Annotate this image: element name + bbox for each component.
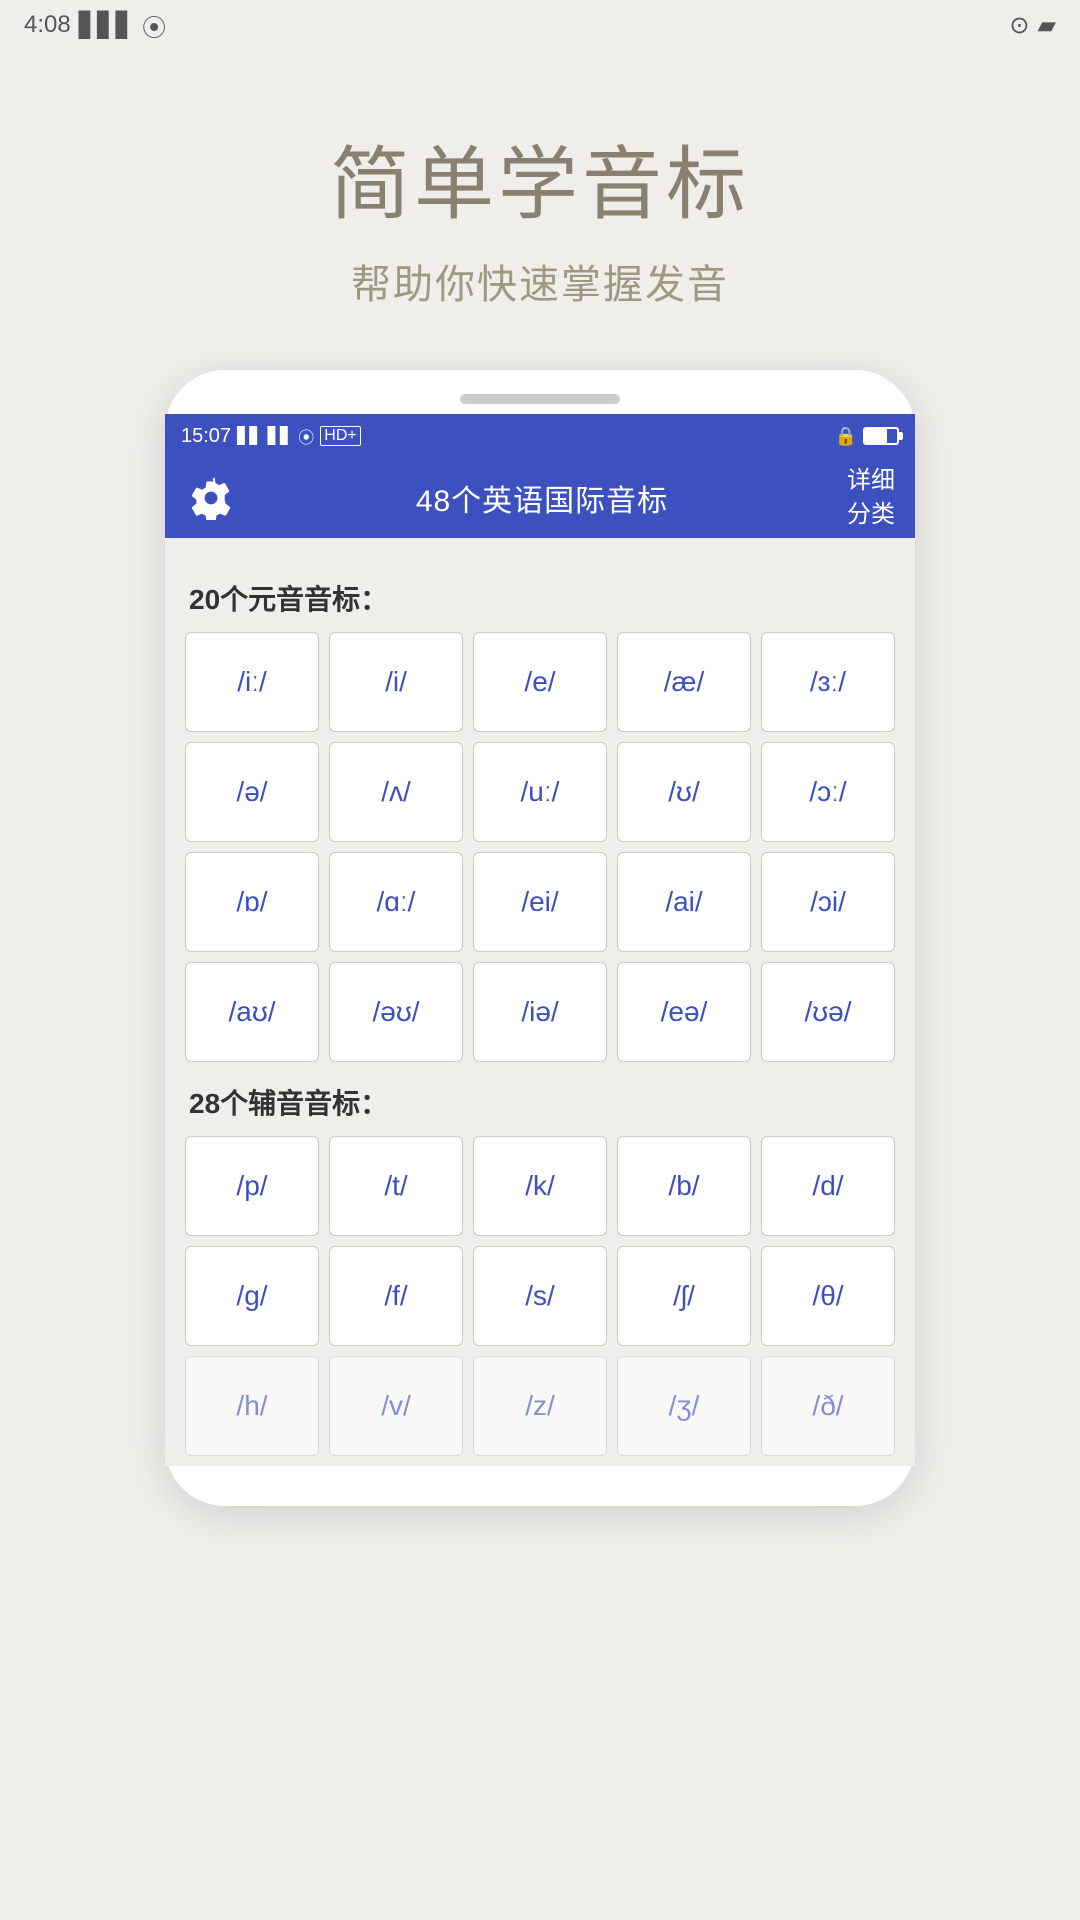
battery-icon-outer: ▰ <box>1038 11 1056 40</box>
inner-battery-icon <box>863 427 899 445</box>
inner-lock-icon: 🔒 <box>835 426 857 447</box>
phonetic-cell[interactable]: /ɒ/ <box>185 852 319 952</box>
phonetic-cell[interactable]: /uː/ <box>473 742 607 842</box>
settings-gear-icon[interactable] <box>185 472 237 524</box>
navbar-title: 48个英语国际音标 <box>416 476 668 520</box>
navbar-detail-button[interactable]: 详细分类 <box>847 464 895 531</box>
phonetic-cell[interactable]: /p/ <box>185 1136 319 1236</box>
phonetic-cell[interactable]: /b/ <box>617 1136 751 1236</box>
phonetic-cell[interactable]: /ð/ <box>761 1356 895 1456</box>
phonetic-cell[interactable]: /ʒ/ <box>617 1356 751 1456</box>
phonetic-cell[interactable]: /ai/ <box>617 852 751 952</box>
phone-notch <box>460 394 620 404</box>
outer-status-bar: 4:08 ▋▋▋ ⦿ ⊙ ▰ <box>0 0 1080 50</box>
phonetic-cell[interactable]: /iː/ <box>185 632 319 732</box>
wifi-icon: ⦿ <box>142 8 166 43</box>
phonetic-cell[interactable]: /d/ <box>761 1136 895 1236</box>
phonetic-cell[interactable]: /ɑː/ <box>329 852 463 952</box>
consonant-section-title: 28个辅音音标： <box>185 1082 895 1122</box>
phonetic-cell[interactable]: /ʌ/ <box>329 742 463 842</box>
phonetic-cell[interactable]: /ʊ/ <box>617 742 751 842</box>
phonetic-cell[interactable]: /ʃ/ <box>617 1246 751 1346</box>
inner-time: 15:07 <box>181 425 231 448</box>
phonetic-cell[interactable]: /s/ <box>473 1246 607 1346</box>
phonetic-cell[interactable]: /t/ <box>329 1136 463 1236</box>
consonant-grid-extra: /h//v//z//ʒ//ð/ <box>185 1356 895 1456</box>
phonetic-cell[interactable]: /eə/ <box>617 962 751 1062</box>
phonetic-cell[interactable]: /ɜː/ <box>761 632 895 732</box>
phonetic-cell[interactable]: /v/ <box>329 1356 463 1456</box>
app-navbar: 48个英语国际音标 详细分类 <box>165 458 915 538</box>
signal-icon: ▋▋▋ <box>79 11 134 40</box>
consonant-grid: /p//t//k//b//d/ /g//f//s//ʃ//θ/ <box>185 1136 895 1346</box>
phone-mockup: 15:07 ▋▋ ▋▋ ⦿ HD+ 🔒 48个英语国际音标 详细分类 20个元音… <box>165 370 915 1506</box>
phonetic-cell[interactable]: /ei/ <box>473 852 607 952</box>
phonetic-cell[interactable]: /k/ <box>473 1136 607 1236</box>
vowel-grid: /iː//i//e//æ//ɜː/ /ə//ʌ//uː//ʊ//ɔː/ /ɒ//ɑː… <box>185 632 895 1062</box>
phonetic-cell[interactable]: /ʊə/ <box>761 962 895 1062</box>
phonetic-cell[interactable]: /æ/ <box>617 632 751 732</box>
app-title-area: 简单学音标 帮助你快速掌握发音 <box>330 120 750 310</box>
phonetic-cell[interactable]: /h/ <box>185 1356 319 1456</box>
phonetic-cell[interactable]: /z/ <box>473 1356 607 1456</box>
inner-hd-icon: HD+ <box>320 426 360 446</box>
status-right: ⊙ ▰ <box>1009 11 1056 40</box>
inner-wifi-icon: ⦿ <box>298 424 314 448</box>
inner-signal2-icon: ▋▋ <box>268 426 293 446</box>
phonetic-cell[interactable]: /əʊ/ <box>329 962 463 1062</box>
phonetic-cell[interactable]: /ɔi/ <box>761 852 895 952</box>
inner-status-left: 15:07 ▋▋ ▋▋ ⦿ HD+ <box>181 424 361 448</box>
location-icon: ⊙ <box>1009 11 1029 40</box>
status-time: 4:08 <box>24 11 71 39</box>
phonetic-cell[interactable]: /iə/ <box>473 962 607 1062</box>
phonetic-cell[interactable]: /e/ <box>473 632 607 732</box>
app-title: 简单学音标 <box>330 120 750 236</box>
inner-status-bar: 15:07 ▋▋ ▋▋ ⦿ HD+ 🔒 <box>165 414 915 458</box>
phonetic-cell[interactable]: /ɔː/ <box>761 742 895 842</box>
inner-signal-icon: ▋▋ <box>237 426 262 446</box>
phonetic-cell[interactable]: /g/ <box>185 1246 319 1346</box>
phonetic-cell[interactable]: /θ/ <box>761 1246 895 1346</box>
phonetic-cell[interactable]: /i/ <box>329 632 463 732</box>
status-left: 4:08 ▋▋▋ ⦿ <box>24 8 166 43</box>
phonetic-cell[interactable]: /aʊ/ <box>185 962 319 1062</box>
inner-status-right: 🔒 <box>835 426 899 447</box>
app-subtitle: 帮助你快速掌握发音 <box>330 252 750 310</box>
phonetic-cell[interactable]: /f/ <box>329 1246 463 1346</box>
phonetic-content: 20个元音音标： /iː//i//e//æ//ɜː//ə//ʌ//uː//ʊ//… <box>165 538 915 1466</box>
phonetic-cell[interactable]: /ə/ <box>185 742 319 842</box>
vowel-section-title: 20个元音音标： <box>185 578 895 618</box>
